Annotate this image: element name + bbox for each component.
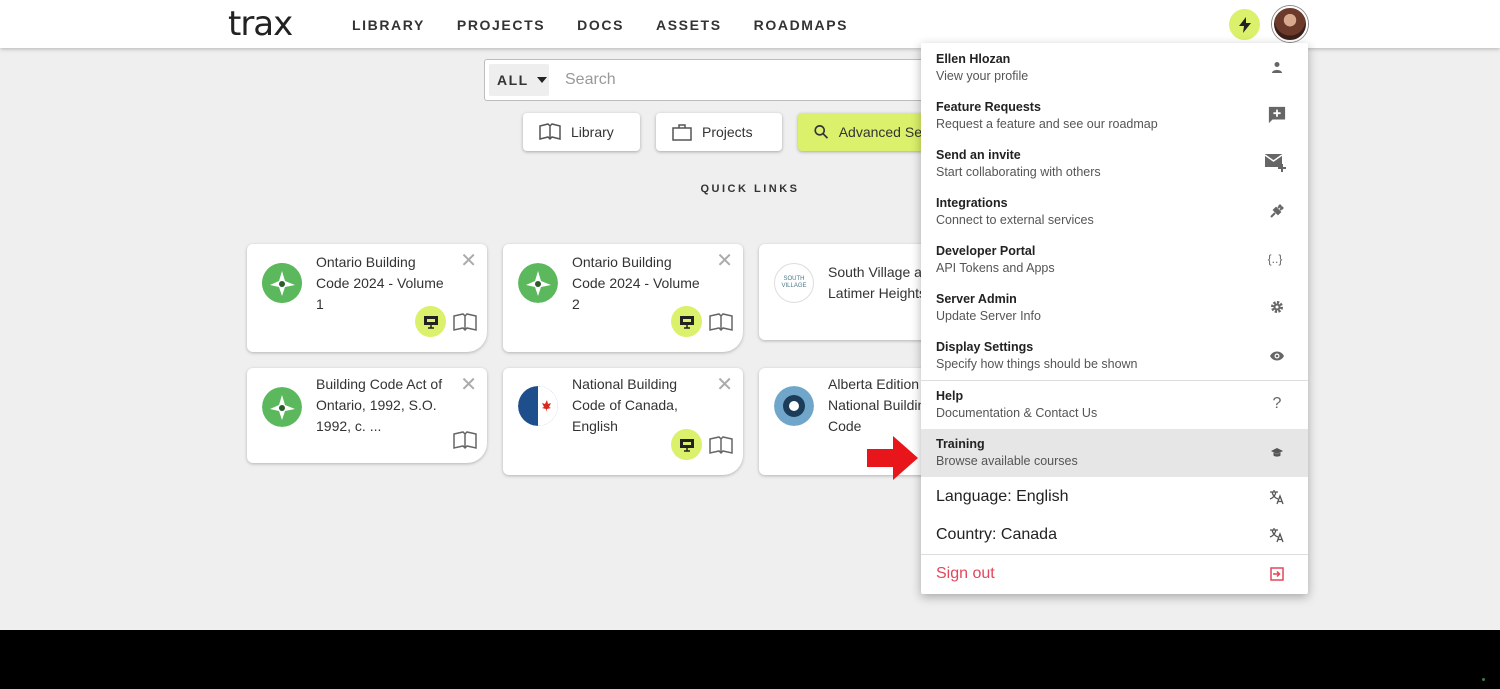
canada-flag-icon [518,386,558,426]
user-avatar[interactable] [1272,6,1308,42]
menu-item-subtitle: Update Server Info [936,309,1041,323]
trillium-logo-icon [262,387,302,427]
menu-item-profile[interactable]: Ellen Hlozan View your profile [921,43,1308,91]
open-book-icon[interactable] [709,435,733,455]
menu-item-title: Display Settings [936,340,1034,354]
open-book-icon[interactable] [453,430,477,450]
code-braces-icon: {..} [1267,252,1283,266]
search-scope-label: ALL [497,72,529,88]
search-input[interactable] [565,68,925,92]
menu-item-send-invite[interactable]: Send an invite Start collaborating with … [921,139,1308,187]
menu-item-title: Developer Portal [936,244,1036,258]
quick-link-card[interactable]: Ontario Building Code 2024 - Volume 1 ✕ [247,244,487,352]
translate-icon [1268,488,1286,506]
menu-item-subtitle: Browse available courses [936,454,1078,468]
menu-item-title: Feature Requests [936,100,1041,114]
menu-item-feature-requests[interactable]: Feature Requests Request a feature and s… [921,91,1308,139]
plug-icon [1268,202,1286,220]
nav-assets[interactable]: ASSETS [656,17,722,33]
quick-link-card[interactable]: National Building Code of Canada, Englis… [503,368,743,475]
menu-item-title: Language: English [936,488,1069,505]
search-bar: ALL [484,59,944,101]
briefcase-icon [672,124,692,141]
menu-item-country[interactable]: Country: Canada [921,516,1308,554]
gear-icon [1268,298,1286,316]
menu-item-title: Send an invite [936,148,1021,162]
close-icon[interactable]: ✕ [716,251,733,271]
presentation-badge-icon[interactable] [671,429,702,460]
status-dot [1482,678,1485,681]
graduation-cap-icon [1268,444,1286,462]
menu-item-subtitle: Connect to external services [936,213,1094,227]
open-book-icon[interactable] [709,312,733,332]
nav-library[interactable]: LIBRARY [352,17,425,33]
presentation-badge-icon[interactable] [415,306,446,337]
main-nav: LIBRARY PROJECTS DOCS ASSETS ROADMAPS [352,17,880,33]
close-icon[interactable]: ✕ [460,375,477,395]
menu-item-sign-out[interactable]: Sign out [921,555,1308,594]
library-button-label: Library [571,124,614,140]
menu-item-title: Training [936,437,985,451]
menu-item-subtitle: Request a feature and see our roadmap [936,117,1158,131]
caret-down-icon [536,77,547,83]
menu-item-title: Help [936,389,964,403]
trax-logo[interactable]: trax [228,6,293,42]
menu-item-title: Server Admin [936,292,1017,306]
open-book-icon [539,123,561,141]
menu-item-developer-portal[interactable]: Developer Portal API Tokens and Apps {..… [921,235,1308,283]
menu-item-language[interactable]: Language: English [921,477,1308,516]
quick-link-card[interactable]: Ontario Building Code 2024 - Volume 2 ✕ [503,244,743,352]
eye-icon [1268,347,1286,365]
menu-item-subtitle: View your profile [936,69,1029,83]
projects-button-label: Projects [702,124,753,140]
south-village-logo-icon: SOUTH VILLAGE [774,263,814,303]
red-arrow-annotation [867,436,918,480]
menu-item-display-settings[interactable]: Display Settings Specify how things shou… [921,331,1308,380]
lightning-icon [1238,16,1251,33]
menu-item-subtitle: Start collaborating with others [936,165,1101,179]
card-title: Building Code Act of Ontario, 1992, S.O.… [316,376,443,434]
nav-projects[interactable]: PROJECTS [457,17,545,33]
page: trax LIBRARY PROJECTS DOCS ASSETS ROADMA… [0,0,1500,630]
top-bar: trax LIBRARY PROJECTS DOCS ASSETS ROADMA… [0,0,1500,48]
library-button[interactable]: Library [523,113,640,151]
nav-docs[interactable]: DOCS [577,17,624,33]
trillium-logo-icon [262,263,302,303]
feedback-add-icon [1268,106,1286,124]
search-icon [814,125,829,139]
advanced-search-label: Advanced Se [838,124,922,140]
trillium-logo-icon [518,263,558,303]
menu-item-title: Country: Canada [936,526,1057,543]
presentation-badge-icon[interactable] [671,306,702,337]
logout-icon [1268,565,1286,583]
person-icon [1268,58,1286,76]
search-scope-dropdown[interactable]: ALL [489,64,549,96]
nav-roadmaps[interactable]: ROADMAPS [754,17,848,33]
quick-link-card[interactable]: Building Code Act of Ontario, 1992, S.O.… [247,368,487,463]
menu-item-help[interactable]: Help Documentation & Contact Us ? [921,381,1308,429]
menu-item-subtitle: Specify how things should be shown [936,357,1138,371]
menu-item-subtitle: Documentation & Contact Us [936,406,1098,420]
close-icon[interactable]: ✕ [716,375,733,395]
menu-item-integrations[interactable]: Integrations Connect to external service… [921,187,1308,235]
bolt-button[interactable] [1229,9,1260,40]
user-menu-dropdown: Ellen Hlozan View your profile Feature R… [921,43,1308,594]
projects-button[interactable]: Projects [656,113,782,151]
menu-item-title: Integrations [936,196,1008,210]
translate-icon [1268,526,1286,544]
close-icon[interactable]: ✕ [460,251,477,271]
help-icon: ? [1272,395,1282,412]
menu-item-title: Sign out [936,565,995,582]
menu-item-server-admin[interactable]: Server Admin Update Server Info [921,283,1308,331]
menu-item-training[interactable]: Training Browse available courses [921,429,1308,477]
menu-item-title: Ellen Hlozan [936,52,1011,66]
open-book-icon[interactable] [453,312,477,332]
mail-add-icon [1264,153,1286,172]
alberta-rose-icon [774,386,814,426]
menu-item-subtitle: API Tokens and Apps [936,261,1055,275]
card-title: National Building Code of Canada, Englis… [572,376,678,434]
advanced-search-button[interactable]: Advanced Se [798,113,922,151]
